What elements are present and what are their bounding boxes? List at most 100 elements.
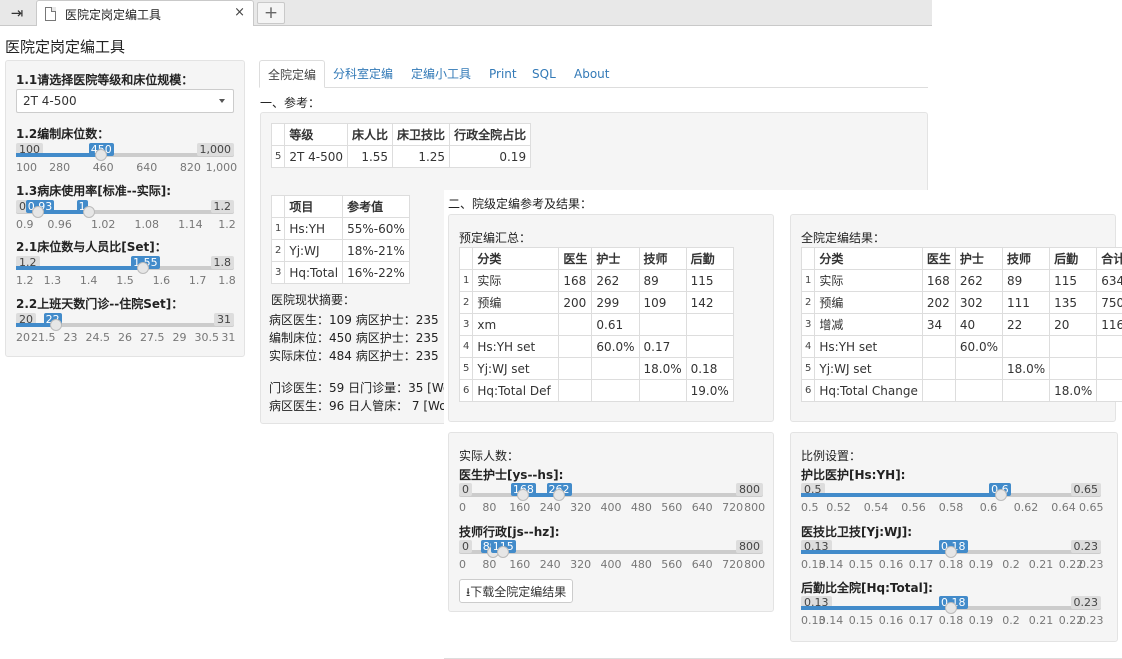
close-icon[interactable]: ×	[234, 5, 245, 20]
tab-tools[interactable]: 定编小工具	[403, 60, 479, 88]
slider-tick-label: 0.62	[1013, 501, 1039, 514]
slider-handle[interactable]	[516, 489, 529, 501]
slider-max-label: 31	[214, 313, 234, 326]
slider-handle[interactable]	[82, 206, 95, 218]
new-tab-button[interactable]: +	[257, 2, 285, 24]
slider-handle[interactable]	[31, 206, 44, 218]
slider-tick-label: 0.19	[968, 558, 994, 571]
tab-department[interactable]: 分科室定编	[325, 60, 401, 88]
result-table: 分类 医生 护士 技师 后勤 合计 1 实际 168 262 89 115 634 2 预编 202 302…	[800, 247, 1122, 402]
download-button[interactable]: ⭳下载全院定编结果	[459, 579, 574, 603]
slider-tick-label: 26	[118, 331, 132, 344]
summary-line: 病区医生：96 日人管床： 7 [Wo	[269, 399, 447, 413]
slider-tick-label: 460	[92, 161, 114, 174]
slider-tick-label: 0	[459, 558, 466, 571]
bed-usage-slider[interactable]: 0.91.20.9310.90.961.021.081.141.2	[16, 200, 236, 232]
slider-tick-label: 0.9	[16, 218, 34, 231]
slider-tick-label: 23	[63, 331, 78, 344]
slider-tick-label: 800	[744, 501, 766, 514]
hospital-level-select[interactable]: 2T 4-500	[16, 89, 234, 113]
col-header: 等级	[284, 123, 349, 146]
slider-tick-label: 0.18	[938, 558, 964, 571]
slider-tick-label: 31	[221, 331, 236, 344]
ratio-panel: 比例设置： 护比医护[Hs:YH]: 0.50.650.60.50.520.54…	[790, 432, 1118, 642]
slider-tick-label: 0.2	[1002, 614, 1020, 627]
slider-tick-label: 0.15	[848, 614, 874, 627]
doctor-nurse-slider[interactable]: 0800168262080160240320400480560640720800	[459, 483, 766, 515]
slider-handle[interactable]	[496, 546, 509, 558]
table-row: 1 实际 168 262 89 115 634	[800, 269, 1122, 292]
slider-max-label: 0.23	[1070, 596, 1101, 609]
slider-tick-label: 0.14	[818, 614, 844, 627]
slider-tick-label: 1,000	[205, 161, 238, 174]
slider-tick-label: 160	[509, 558, 531, 571]
reference-table: 等级 床人比 床卫技比 行政全院占比 5 2T 4-500 1.55 1.25 0.19	[270, 123, 532, 168]
slider-tick-label: 400	[600, 558, 622, 571]
slider-max-label: 800	[736, 483, 763, 496]
slider-tick-label: 0.17	[908, 614, 934, 627]
col-header: 医生	[921, 247, 956, 270]
slider-tick-label: 27.5	[140, 331, 165, 344]
slider-tick-label: 640	[136, 161, 158, 174]
browser-tab[interactable]: 医院定岗定编工具 ×	[36, 0, 254, 26]
slider-tick-label: 0	[459, 501, 466, 514]
tech-admin-slider[interactable]: 080089115080160240320400480560640720800	[459, 540, 765, 572]
slider-handle[interactable]	[49, 319, 62, 331]
tab-about[interactable]: About	[566, 60, 617, 88]
back-icon[interactable]: ⇥	[6, 4, 28, 22]
slider-handle[interactable]	[552, 489, 565, 501]
table-row: 3 Hq:Total 16%-22%	[270, 261, 410, 284]
tab-sql[interactable]: SQL	[524, 60, 564, 88]
tab-print[interactable]: Print	[481, 60, 525, 88]
slider-tick-label: 0.21	[1028, 558, 1054, 571]
bed-usage-label: 1.3病床使用率[标准--实际]:	[16, 184, 171, 198]
slider-handle[interactable]	[995, 489, 1008, 501]
slider-tick-label: 0.2	[1002, 558, 1020, 571]
bed-count-slider[interactable]: 1001,0004501002804606408201,000	[16, 143, 237, 175]
slider-tick-label: 0.54	[863, 501, 889, 514]
slider-handle[interactable]	[94, 149, 107, 161]
pre-summary-table: 分类 医生 护士 技师 后勤 1 实际 168 262 89 115 2 预编 200 299 109 14…	[458, 247, 734, 402]
slider-tick-label: 20	[16, 331, 30, 344]
col-header: 行政全院占比	[449, 123, 532, 146]
table-row: 4 Hs:YH set 60.0%	[800, 335, 1122, 358]
table-row: 6 Hq:Total Def 19.0%	[458, 379, 734, 402]
table-row: 1 Hs:YH 55%-60%	[270, 217, 410, 240]
slider-max-label: 0.23	[1070, 540, 1101, 553]
slider-max-label: 800	[736, 540, 763, 553]
nurse-ratio-slider[interactable]: 0.50.650.60.50.520.540.560.580.60.620.64…	[801, 483, 1103, 515]
download-label: 下载全院定编结果	[470, 585, 567, 599]
logistics-ratio-slider[interactable]: 0.130.230.180.130.140.150.160.170.180.19…	[801, 596, 1103, 628]
actual-staff-panel: 实际人数： 医生护士[ys--hs]: 08001682620801602403…	[448, 432, 774, 612]
bed-staff-ratio-slider[interactable]: 1.21.81.551.21.31.41.51.61.71.8	[16, 256, 236, 288]
slider-tick-label: 1.2	[218, 218, 236, 231]
slider-tick-label: 560	[661, 558, 683, 571]
slider-handle[interactable]	[137, 262, 150, 274]
slider-tick-label: 0.96	[47, 218, 72, 231]
slider-handle[interactable]	[945, 602, 957, 614]
slider-handle[interactable]	[945, 546, 957, 558]
slider-tick-label: 640	[691, 558, 713, 571]
work-days-slider[interactable]: 2031222021.52324.52627.52930.531	[16, 313, 236, 345]
slider-tick-label: 80	[482, 558, 497, 571]
col-header: 技师	[638, 247, 687, 270]
pre-summary-title: 预定编汇总：	[459, 231, 532, 245]
tech-admin-label: 技师行政[js--hz]:	[459, 525, 560, 539]
slider-tick-label: 0.19	[968, 614, 994, 627]
tab-whole-hospital[interactable]: 全院定编	[259, 60, 326, 88]
table-row: 4 Hs:YH set 60.0% 0.17	[458, 335, 734, 358]
slider-tick-label: 1.3	[43, 274, 62, 287]
slider-tick-label: 0.17	[908, 558, 934, 571]
slider-tick-label: 320	[570, 558, 592, 571]
app-title: 医院定岗定编工具	[5, 38, 126, 56]
medtech-ratio-slider[interactable]: 0.130.230.180.130.140.150.160.170.180.19…	[801, 540, 1103, 572]
main-tabs: 全院定编 分科室定编 定编小工具 Print SQL About	[259, 60, 928, 88]
slider-fill	[801, 550, 951, 554]
slider-max-label: 0.65	[1070, 483, 1101, 496]
slider-tick-label: 21.5	[31, 331, 56, 344]
slider-tick-label: 480	[630, 558, 652, 571]
col-header: 床卫技比	[392, 123, 451, 146]
reference-range-table: 项目 参考值 1 Hs:YH 55%-60% 2 Yj:WJ 18%-21% 3 Hq:To…	[270, 195, 410, 284]
slider-max-label: 1,000	[196, 143, 234, 156]
col-header: 后勤	[685, 247, 734, 270]
